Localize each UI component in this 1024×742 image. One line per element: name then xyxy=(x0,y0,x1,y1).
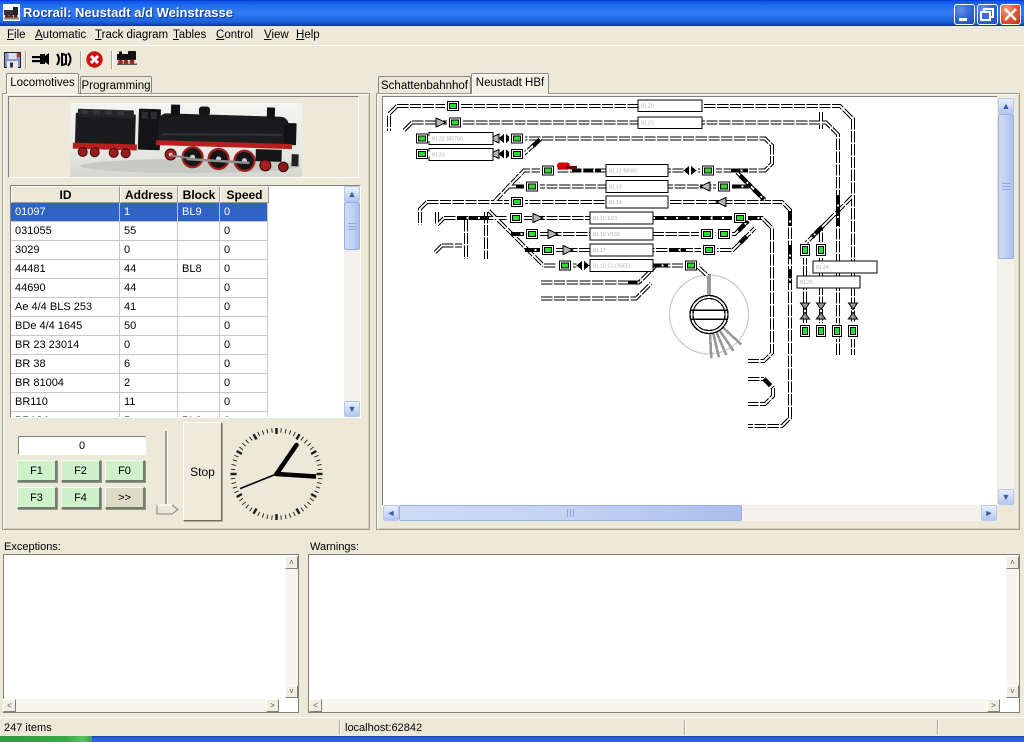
svg-text:BL16 V160: BL16 V160 xyxy=(593,232,620,238)
svg-text:BL24: BL24 xyxy=(816,265,829,271)
svg-text:BL18 CLOSED: BL18 CLOSED xyxy=(593,264,630,270)
svg-text:BL12 BR80: BL12 BR80 xyxy=(609,169,637,175)
svg-text:BL17: BL17 xyxy=(593,248,606,254)
svg-text:BL25: BL25 xyxy=(800,280,813,286)
svg-text:BL22 BR750: BL22 BR750 xyxy=(432,137,463,143)
svg-text:BL15 E03: BL15 E03 xyxy=(593,216,617,222)
svg-text:BL23: BL23 xyxy=(432,153,445,159)
svg-text:BL14: BL14 xyxy=(609,200,622,206)
svg-text:BL21: BL21 xyxy=(641,121,654,127)
svg-text:BL13: BL13 xyxy=(609,185,622,191)
svg-text:BL20: BL20 xyxy=(641,104,654,110)
